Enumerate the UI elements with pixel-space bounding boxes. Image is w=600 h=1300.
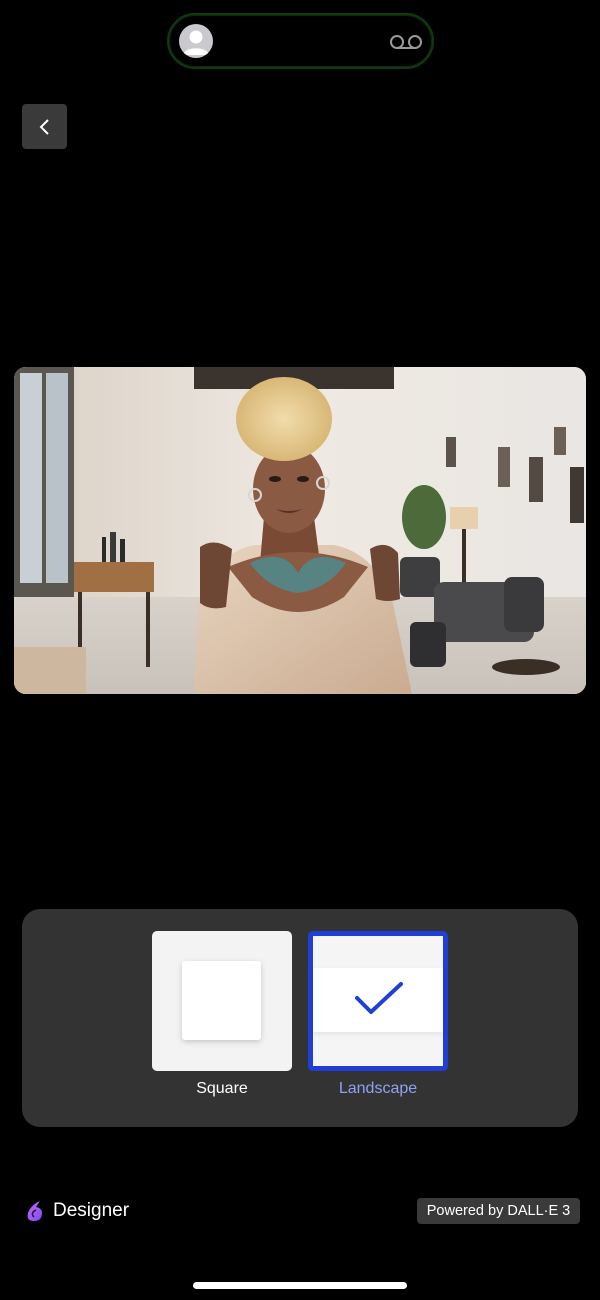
designer-screen: Square Landscape Designer Powered by DAL… <box>0 0 600 1300</box>
landscape-label: Landscape <box>338 1080 418 1097</box>
home-indicator[interactable] <box>193 1282 407 1289</box>
voicemail-icon <box>390 35 422 49</box>
landscape-tile[interactable] <box>308 931 448 1071</box>
portrait-image <box>14 367 586 694</box>
aspect-ratio-panel: Square Landscape <box>22 909 578 1127</box>
checkmark-icon <box>355 982 403 1014</box>
square-icon <box>182 961 261 1040</box>
square-label: Square <box>196 1080 248 1097</box>
designer-brand: Designer <box>24 1198 129 1224</box>
brand-name: Designer <box>53 1200 130 1221</box>
person-avatar-icon <box>179 24 213 58</box>
landscape-option[interactable]: Landscape <box>308 931 448 1098</box>
square-tile[interactable] <box>152 931 292 1071</box>
back-button[interactable] <box>22 104 67 149</box>
generated-image[interactable] <box>14 367 586 694</box>
designer-logo-icon <box>27 1201 42 1221</box>
powered-by-badge: Powered by DALL·E 3 <box>417 1198 580 1224</box>
chevron-left-icon <box>39 118 49 135</box>
call-status-pill[interactable] <box>167 13 434 69</box>
square-option[interactable]: Square <box>152 931 292 1098</box>
